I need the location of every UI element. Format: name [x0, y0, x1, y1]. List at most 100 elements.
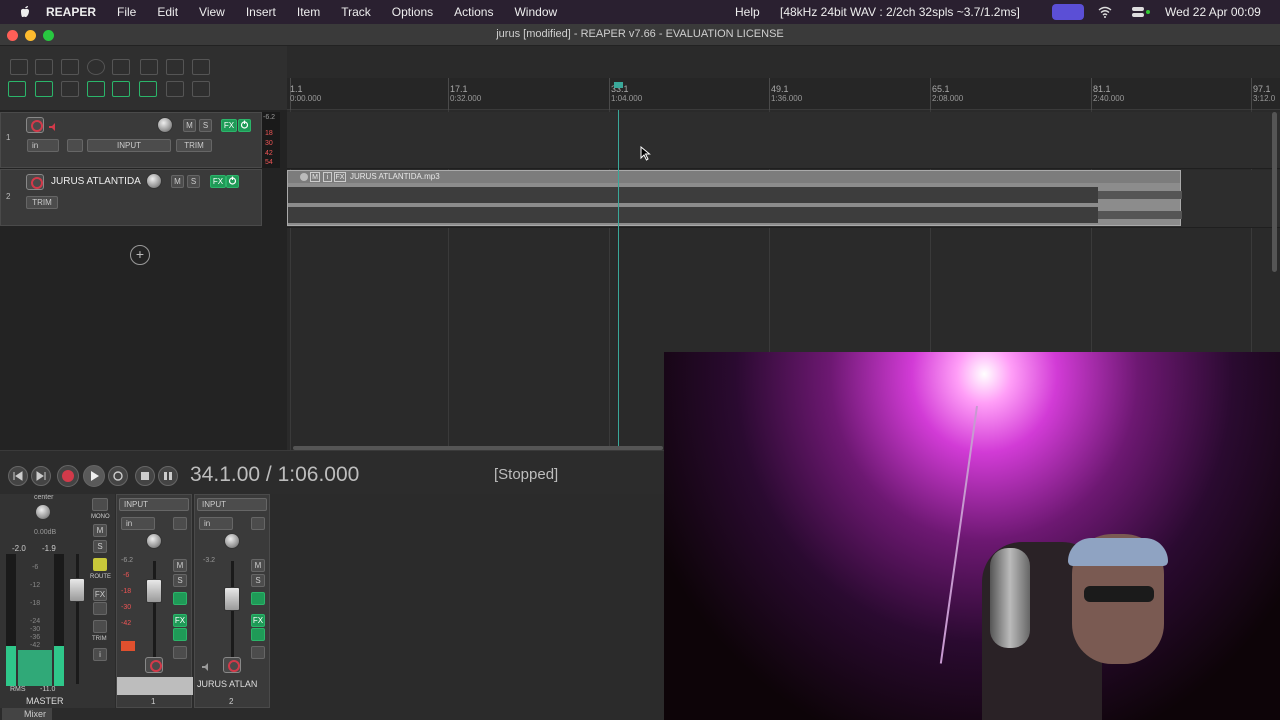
track-1-record-monitor-icon[interactable]	[48, 119, 58, 131]
menu-track[interactable]: Track	[341, 5, 371, 19]
strip-1-solo-button[interactable]: S	[173, 574, 187, 587]
record-button[interactable]	[57, 465, 79, 487]
grid-icon[interactable]	[61, 81, 79, 97]
loop-toggle-icon[interactable]	[139, 81, 157, 97]
master-fx-bypass-icon[interactable]	[93, 602, 107, 615]
strip-1-trim-icon[interactable]	[173, 646, 187, 659]
undo-icon[interactable]	[112, 59, 130, 75]
playhead-marker[interactable]	[614, 82, 623, 88]
media-item[interactable]: M i FX JURUS ATLANTIDA.mp3	[287, 170, 1182, 226]
strip-2-fx-bypass-icon[interactable]	[251, 628, 265, 641]
master-mute-button[interactable]: M	[93, 524, 107, 537]
project-settings-icon[interactable]	[87, 59, 105, 75]
track-1-fx-bypass-icon[interactable]	[238, 119, 251, 132]
strip-1-input-fx-icon[interactable]	[173, 517, 187, 530]
loop-button[interactable]	[108, 466, 128, 486]
master-trim-icon[interactable]	[93, 620, 107, 633]
audio-status[interactable]: [48kHz 24bit WAV : 2/2ch 32spls ~3.7/1.2…	[780, 0, 1020, 24]
track-1-mute-button[interactable]: M	[183, 119, 196, 132]
track-2-fx-bypass-icon[interactable]	[226, 175, 239, 188]
timeline-ruler[interactable]: 1.1 0:00.000 17.1 0:32.000 33.1 1:04.000 49…	[287, 78, 1280, 110]
new-project-icon[interactable]	[10, 59, 28, 75]
menubar-clock[interactable]: Wed 22 Apr 00:09	[1165, 0, 1261, 24]
track-1-lane[interactable]	[287, 112, 1280, 169]
menu-actions[interactable]: Actions	[454, 5, 493, 19]
go-to-end-button[interactable]	[31, 466, 51, 486]
track-2-trim-button[interactable]: TRIM	[26, 196, 58, 209]
redo-icon[interactable]	[140, 59, 158, 75]
app-menu[interactable]: REAPER	[46, 5, 96, 19]
strip-2-trim-icon[interactable]	[251, 646, 265, 659]
strip-2-fx-button[interactable]: FX	[251, 614, 265, 627]
strip-2-input-toggle[interactable]: in	[199, 517, 233, 530]
toolbar-menu-icon[interactable]	[192, 59, 210, 75]
strip-2-speaker-icon[interactable]	[201, 659, 211, 671]
ripple-edit-icon[interactable]	[87, 81, 105, 97]
go-to-start-button[interactable]	[8, 466, 28, 486]
strip-1-record-arm-button[interactable]	[145, 657, 163, 673]
menu-insert[interactable]: Insert	[246, 5, 276, 19]
strip-2-record-arm-button[interactable]	[223, 657, 241, 673]
metronome-icon[interactable]	[166, 59, 184, 75]
master-fader[interactable]	[69, 578, 85, 602]
open-project-icon[interactable]	[35, 59, 53, 75]
snap-toggle-icon[interactable]	[8, 81, 26, 97]
strip-2-fader[interactable]	[224, 587, 240, 611]
track-2-header[interactable]: 2 JURUS ATLANTIDA M S FX TRIM	[0, 169, 262, 226]
add-track-button[interactable]: +	[130, 245, 150, 265]
strip-2-name[interactable]: JURUS ATLAN	[197, 679, 257, 689]
track-1-fx-button[interactable]: FX	[221, 119, 237, 132]
strip-1-name-area[interactable]	[117, 677, 193, 695]
menu-file[interactable]: File	[117, 5, 136, 19]
grouping-toggle-icon[interactable]	[35, 81, 53, 97]
track-1-record-arm-button[interactable]	[26, 117, 44, 133]
apple-icon[interactable]	[18, 5, 32, 19]
track-1-input-toggle[interactable]: in	[27, 139, 59, 152]
play-button[interactable]	[83, 465, 105, 487]
strip-2-pan-knob[interactable]	[224, 533, 240, 549]
item-mute-badge[interactable]: M	[310, 172, 320, 182]
menu-edit[interactable]: Edit	[157, 5, 178, 19]
menu-options[interactable]: Options	[392, 5, 433, 19]
item-info-badge[interactable]: i	[323, 172, 332, 182]
item-lock-icon[interactable]	[300, 173, 308, 181]
pause-button[interactable]	[158, 466, 178, 486]
track-2-mute-button[interactable]: M	[171, 175, 184, 188]
track-2-record-arm-button[interactable]	[26, 174, 44, 190]
strip-2-route-icon[interactable]	[251, 592, 265, 605]
vertical-scrollbar[interactable]	[1272, 112, 1277, 272]
playhead[interactable]	[618, 110, 619, 450]
master-fx-button[interactable]: FX	[93, 588, 107, 601]
strip-2-input-fx-icon[interactable]	[251, 517, 265, 530]
track-1-volume-knob[interactable]	[157, 117, 173, 133]
strip-2-solo-button[interactable]: S	[251, 574, 265, 587]
track-2-fx-button[interactable]: FX	[210, 175, 226, 188]
strip-1-fx-bypass-icon[interactable]	[173, 628, 187, 641]
master-route-icon[interactable]	[93, 558, 107, 571]
transport-timecode[interactable]: 34.1.00 / 1:06.000	[190, 463, 359, 487]
strip-1-pan-knob[interactable]	[146, 533, 162, 549]
strip-1-input-toggle[interactable]: in	[121, 517, 155, 530]
track-1-input-select[interactable]: INPUT	[87, 139, 171, 152]
track-2-solo-button[interactable]: S	[187, 175, 200, 188]
stop-button[interactable]	[135, 466, 155, 486]
track-2-volume-knob[interactable]	[146, 173, 162, 189]
menu-window[interactable]: Window	[514, 5, 557, 19]
strip-1-input-select[interactable]: INPUT	[119, 498, 189, 511]
menu-item[interactable]: Item	[297, 5, 320, 19]
master-info-button[interactable]: i	[93, 648, 107, 661]
track-1-header[interactable]: 1 M S FX in INPUT TRIM	[0, 112, 262, 168]
track-1-input-fx-icon[interactable]	[67, 139, 83, 152]
envelope-lock-icon[interactable]	[112, 81, 130, 97]
master-mono-icon[interactable]	[92, 498, 108, 511]
wifi-icon[interactable]	[1098, 0, 1112, 24]
strip-1-mute-button[interactable]: M	[173, 559, 187, 572]
strip-1-fader[interactable]	[146, 579, 162, 603]
strip-2-mute-button[interactable]: M	[251, 559, 265, 572]
screen-mirror-icon[interactable]	[1052, 0, 1084, 24]
control-center-icon[interactable]	[1132, 0, 1152, 24]
master-pan-knob[interactable]	[35, 504, 51, 520]
item-fx-badge[interactable]: FX	[334, 172, 346, 182]
strip-1-fx-button[interactable]: FX	[173, 614, 187, 627]
lock-icon[interactable]	[166, 81, 184, 97]
